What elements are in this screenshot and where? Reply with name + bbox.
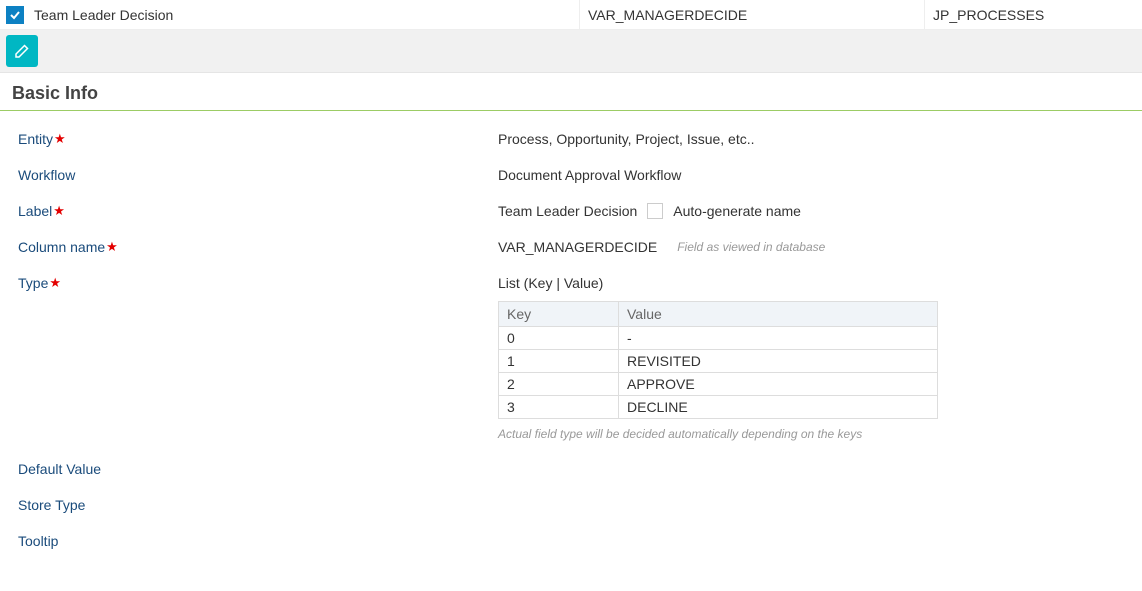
value-column-name: VAR_MANAGERDECIDE xyxy=(498,239,657,255)
kv-header-value: Value xyxy=(619,302,938,327)
label-store-type: Store Type xyxy=(0,497,498,513)
header-category: JP_PROCESSES xyxy=(925,0,1142,29)
kv-cell-value: REVISITED xyxy=(619,350,938,373)
required-star: ★ xyxy=(54,131,66,146)
kv-cell-key: 0 xyxy=(499,327,619,350)
column-name-hint: Field as viewed in database xyxy=(677,240,825,254)
auto-generate-label: Auto-generate name xyxy=(673,203,801,219)
form-body: Entity★ Process, Opportunity, Project, I… xyxy=(0,111,1142,569)
row-workflow: Workflow Document Approval Workflow xyxy=(0,157,1142,193)
row-checkbox[interactable] xyxy=(6,6,24,24)
row-entity: Entity★ Process, Opportunity, Project, I… xyxy=(0,121,1142,157)
pencil-icon xyxy=(14,43,30,59)
check-icon xyxy=(9,9,21,21)
value-store-type xyxy=(498,497,1142,513)
auto-generate-checkbox[interactable] xyxy=(647,203,663,219)
header-title: Team Leader Decision xyxy=(30,0,580,29)
row-type: Type★ List (Key | Value) Key Value 0 - xyxy=(0,265,1142,451)
kv-cell-value: APPROVE xyxy=(619,373,938,396)
label-label-text: Label xyxy=(18,203,52,219)
label-tooltip: Tooltip xyxy=(0,533,498,549)
header-row: Team Leader Decision VAR_MANAGERDECIDE J… xyxy=(0,0,1142,30)
value-type-group: List (Key | Value) Key Value 0 - xyxy=(498,275,1142,441)
row-checkbox-cell xyxy=(0,6,30,24)
value-label-group: Team Leader Decision Auto-generate name xyxy=(498,203,1142,219)
required-star: ★ xyxy=(53,203,65,218)
table-row: 3 DECLINE xyxy=(499,396,938,419)
edit-button[interactable] xyxy=(6,35,38,67)
toolbar xyxy=(0,30,1142,73)
label-entity-text: Entity xyxy=(18,131,53,147)
required-star: ★ xyxy=(106,239,118,254)
row-default-value: Default Value xyxy=(0,451,1142,487)
label-type-text: Type xyxy=(18,275,48,291)
header-column-name: VAR_MANAGERDECIDE xyxy=(580,0,925,29)
kv-cell-key: 1 xyxy=(499,350,619,373)
table-row: 0 - xyxy=(499,327,938,350)
table-row: 2 APPROVE xyxy=(499,373,938,396)
label-label: Label★ xyxy=(0,203,498,219)
value-label: Team Leader Decision xyxy=(498,203,637,219)
value-tooltip xyxy=(498,533,1142,549)
label-workflow: Workflow xyxy=(0,167,498,183)
value-entity: Process, Opportunity, Project, Issue, et… xyxy=(498,131,1142,147)
row-store-type: Store Type xyxy=(0,487,1142,523)
kv-cell-key: 2 xyxy=(499,373,619,396)
section-title: Basic Info xyxy=(0,73,1142,111)
value-default-value xyxy=(498,461,1142,477)
kv-table-wrapper: Key Value 0 - 1 REVISITED xyxy=(498,301,1142,441)
kv-cell-value: - xyxy=(619,327,938,350)
required-star: ★ xyxy=(49,275,61,290)
label-column-name-text: Column name xyxy=(18,239,105,255)
type-hint: Actual field type will be decided automa… xyxy=(498,427,1142,441)
label-type: Type★ xyxy=(0,275,498,291)
kv-cell-value: DECLINE xyxy=(619,396,938,419)
row-tooltip: Tooltip xyxy=(0,523,1142,559)
value-workflow: Document Approval Workflow xyxy=(498,167,1142,183)
table-row: 1 REVISITED xyxy=(499,350,938,373)
label-entity: Entity★ xyxy=(0,131,498,147)
row-column-name: Column name★ VAR_MANAGERDECIDE Field as … xyxy=(0,229,1142,265)
kv-table: Key Value 0 - 1 REVISITED xyxy=(498,301,938,419)
value-column-name-group: VAR_MANAGERDECIDE Field as viewed in dat… xyxy=(498,239,1142,255)
value-type: List (Key | Value) xyxy=(498,275,603,291)
label-column-name: Column name★ xyxy=(0,239,498,255)
kv-header-key: Key xyxy=(499,302,619,327)
row-label: Label★ Team Leader Decision Auto-generat… xyxy=(0,193,1142,229)
label-default-value: Default Value xyxy=(0,461,498,477)
kv-cell-key: 3 xyxy=(499,396,619,419)
